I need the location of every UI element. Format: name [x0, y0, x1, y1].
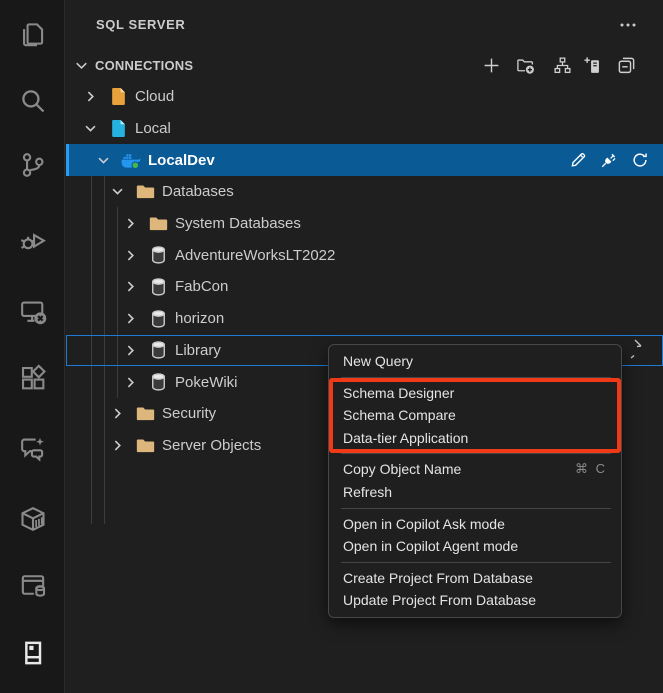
- tree-item-label: AdventureWorksLT2022: [175, 247, 335, 264]
- explorer-icon[interactable]: [17, 18, 49, 50]
- activity-bar: [0, 0, 65, 693]
- docker-icon: [121, 150, 141, 170]
- sql-server-icon[interactable]: [17, 637, 49, 669]
- menu-item-schema-compare[interactable]: Schema Compare: [329, 404, 621, 427]
- menu-item-copy-object-name[interactable]: Copy Object Name⌘ C: [329, 458, 621, 481]
- database-icon: [148, 372, 168, 392]
- menu-item-label: Open in Copilot Ask mode: [343, 513, 607, 536]
- menu-shortcut: ⌘ C: [575, 458, 607, 481]
- extensions-icon[interactable]: [17, 362, 49, 394]
- folder-icon: [135, 404, 155, 424]
- tree-item-fabcon[interactable]: FabCon: [66, 271, 663, 303]
- menu-item-data-tier-application[interactable]: Data-tier Application: [329, 427, 621, 450]
- chevron-down-icon[interactable]: [73, 57, 90, 74]
- menu-item-label: New Query: [343, 350, 607, 373]
- database-icon: [148, 309, 168, 329]
- tree-item-label: Local: [135, 120, 171, 137]
- database-icon: [148, 277, 168, 297]
- tree-item-label: Databases: [162, 183, 234, 200]
- tree-item-label: Library: [175, 342, 221, 359]
- menu-item-new-query[interactable]: New Query: [329, 350, 621, 373]
- chevron-icon[interactable]: [122, 374, 139, 391]
- server-group-icon[interactable]: [553, 56, 572, 75]
- chevron-icon[interactable]: [122, 342, 139, 359]
- collapse-all-icon[interactable]: [617, 56, 636, 75]
- tree-item-horizon[interactable]: horizon: [66, 303, 663, 335]
- menu-item-label: Create Project From Database: [343, 567, 607, 590]
- tree-item-label: Server Objects: [162, 437, 261, 454]
- connections-section-header[interactable]: CONNECTIONS: [66, 50, 663, 81]
- partial-action-icon: [628, 338, 646, 367]
- chevron-icon[interactable]: [109, 437, 126, 454]
- chevron-icon[interactable]: [95, 152, 112, 169]
- inline-actions: [569, 144, 649, 176]
- menu-item-update-project-from-database[interactable]: Update Project From Database: [329, 589, 621, 612]
- tree-item-databases[interactable]: Databases: [66, 176, 663, 208]
- pane-title: SQL SERVER: [96, 17, 185, 32]
- menu-item-create-project-from-database[interactable]: Create Project From Database: [329, 567, 621, 590]
- add-connection-icon[interactable]: [482, 56, 501, 75]
- menu-separator: [341, 508, 611, 509]
- disconnect-icon[interactable]: [600, 151, 618, 169]
- menu-item-label: Schema Compare: [343, 404, 607, 427]
- tree-item-label: horizon: [175, 310, 224, 327]
- menu-item-label: Update Project From Database: [343, 589, 607, 612]
- chevron-icon[interactable]: [122, 278, 139, 295]
- tree-item-label: Cloud: [135, 88, 174, 105]
- edit-connection-icon[interactable]: [569, 151, 587, 169]
- menu-item-label: Copy Object Name: [343, 458, 575, 481]
- vscode-window: SQL SERVER CONNECTIONS Cloud: [0, 0, 663, 693]
- tree-item-system-databases[interactable]: System Databases: [66, 208, 663, 240]
- new-connection-group-icon[interactable]: [516, 56, 535, 75]
- folder-icon: [135, 182, 155, 202]
- group-cyan-icon: [108, 119, 128, 139]
- chevron-icon[interactable]: [122, 247, 139, 264]
- source-control-icon[interactable]: [17, 149, 49, 181]
- tree-item-label: PokeWiki: [175, 374, 238, 391]
- menu-item-label: Schema Designer: [343, 382, 607, 405]
- menu-item-label: Data-tier Application: [343, 427, 607, 450]
- chevron-icon[interactable]: [109, 405, 126, 422]
- refresh-icon[interactable]: [631, 151, 649, 169]
- run-and-debug-icon[interactable]: [17, 225, 49, 257]
- tree-item-label: FabCon: [175, 278, 228, 295]
- remote-explorer-icon[interactable]: [17, 295, 49, 327]
- copilot-chat-icon[interactable]: [17, 432, 49, 464]
- new-deployment-icon[interactable]: [583, 56, 602, 75]
- chevron-icon[interactable]: [122, 310, 139, 327]
- menu-item-open-in-copilot-ask-mode[interactable]: Open in Copilot Ask mode: [329, 513, 621, 536]
- menu-separator: [341, 562, 611, 563]
- menu-item-open-in-copilot-agent-mode[interactable]: Open in Copilot Agent mode: [329, 535, 621, 558]
- pane-title-bar: SQL SERVER: [66, 0, 663, 50]
- database-projects-icon[interactable]: [17, 569, 49, 601]
- tree-item-label: System Databases: [175, 215, 301, 232]
- menu-separator: [341, 453, 611, 454]
- database-icon: [148, 245, 168, 265]
- chevron-icon[interactable]: [82, 120, 99, 137]
- folder-icon: [135, 435, 155, 455]
- chevron-icon[interactable]: [109, 183, 126, 200]
- more-actions-icon[interactable]: [616, 13, 640, 37]
- folder-icon: [148, 214, 168, 234]
- chevron-icon[interactable]: [82, 88, 99, 105]
- menu-item-schema-designer[interactable]: Schema Designer: [329, 382, 621, 405]
- menu-item-refresh[interactable]: Refresh: [329, 481, 621, 504]
- tree-item-adventureworkslt2022[interactable]: AdventureWorksLT2022: [66, 239, 663, 271]
- tree-item-label: LocalDev: [148, 152, 215, 169]
- menu-item-label: Refresh: [343, 481, 607, 504]
- chevron-icon[interactable]: [122, 215, 139, 232]
- menu-separator: [341, 377, 611, 378]
- connections-section-label: CONNECTIONS: [95, 58, 193, 73]
- tree-item-label: Security: [162, 405, 216, 422]
- tree-item-cloud[interactable]: Cloud: [66, 81, 663, 113]
- containers-icon[interactable]: [17, 503, 49, 535]
- search-icon[interactable]: [17, 85, 49, 117]
- context-menu: New Query Schema DesignerSchema CompareDa…: [328, 344, 622, 618]
- menu-item-label: Open in Copilot Agent mode: [343, 535, 607, 558]
- tree-item-localdev[interactable]: LocalDev: [66, 144, 663, 176]
- tree-item-local[interactable]: Local: [66, 113, 663, 145]
- database-icon: [148, 340, 168, 360]
- group-orange-icon: [108, 87, 128, 107]
